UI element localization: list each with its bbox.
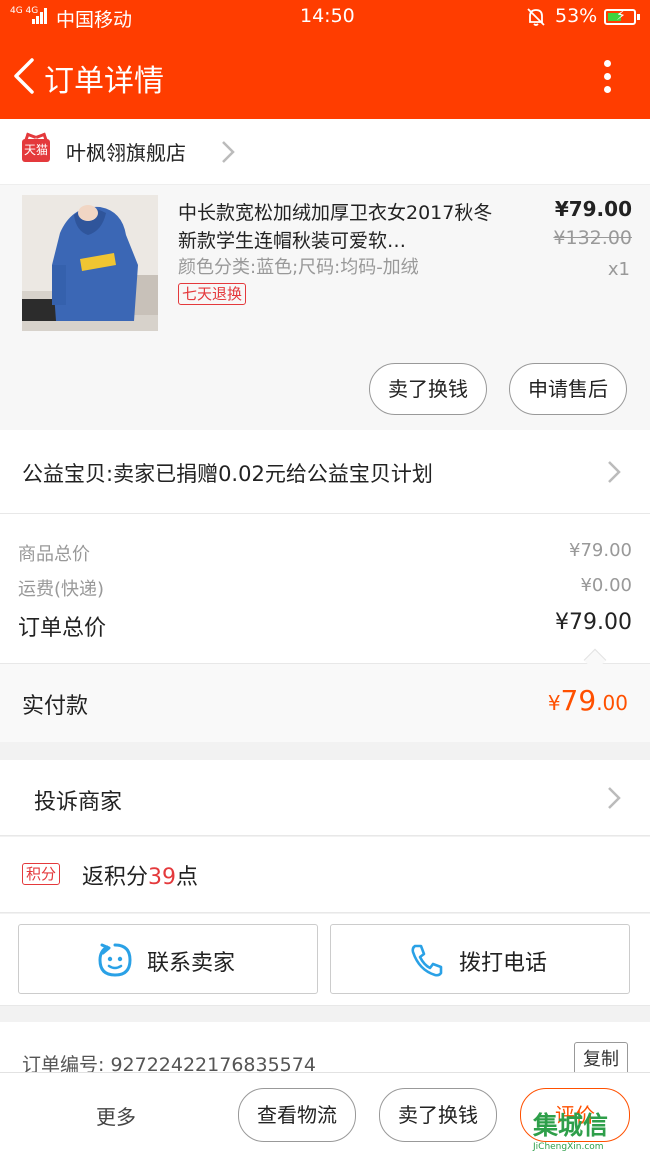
carrier-name: 中国移动 (56, 9, 133, 31)
goods-total-label: 商品总价 (18, 544, 90, 565)
points-number: 39 (148, 865, 177, 890)
sell-for-cash-bottom-button[interactable]: 卖了换钱 (379, 1088, 497, 1142)
points-text: 返积分39点 (82, 859, 198, 891)
phone-icon (411, 944, 443, 977)
status-bar: 4G 4G 中国移动 14:50 53% ⚡ (0, 0, 650, 34)
paid-integer: 79 (560, 684, 597, 717)
currency-symbol: ¥ (547, 691, 561, 715)
original-price: ¥132.00 (553, 227, 632, 249)
charging-bolt-icon: ⚡ (616, 8, 626, 24)
shipping-label: 运费(快递) (18, 579, 105, 600)
page-title: 订单详情 (44, 64, 164, 99)
battery-icon: ⚡ (604, 8, 640, 25)
product-title: 中长款宽松加绒加厚卫衣女2017秋冬新款学生连帽秋装可爱软… (178, 202, 493, 252)
goods-total-value: ¥79.00 (569, 540, 632, 561)
charity-row[interactable]: 公益宝贝:卖家已捐赠0.02元给公益宝贝计划 (0, 430, 650, 514)
app-header: 订单详情 (0, 34, 650, 119)
product-card[interactable]: 中长款宽松加绒加厚卫衣女2017秋冬新款学生连帽秋装可爱软… 颜色分类:蓝色;尺… (0, 185, 650, 430)
contact-seller-button[interactable]: 联系卖家 (18, 924, 318, 994)
paid-decimal: .00 (596, 691, 628, 715)
points-prefix: 返积分 (82, 865, 149, 890)
tmall-icon: 天猫 (22, 139, 50, 162)
paid-amount-row: 实付款 ¥79.00 (0, 664, 650, 742)
order-total-label: 订单总价 (18, 616, 107, 641)
sell-for-cash-button[interactable]: 卖了换钱 (369, 363, 487, 415)
after-sale-button[interactable]: 申请售后 (509, 363, 627, 415)
hoodie-image (22, 195, 158, 331)
shop-row[interactable]: 天猫 叶枫翎旗舰店 (0, 119, 650, 185)
mute-bell-icon (527, 8, 545, 26)
product-price: ¥79.00 (554, 197, 632, 221)
more-button[interactable]: 更多 (96, 1101, 136, 1130)
watermark-url: JiChengXin.com (533, 1142, 604, 1152)
battery-percent: 53% (555, 5, 598, 27)
view-logistics-button[interactable]: 查看物流 (238, 1088, 356, 1142)
order-total-value: ¥79.00 (555, 610, 632, 635)
shop-name: 叶枫翎旗舰店 (66, 141, 186, 165)
call-phone-button[interactable]: 拨打电话 (330, 924, 630, 994)
watermark-logo: 集城信 JiChengXin.com (533, 1106, 648, 1152)
contact-row: 联系卖家 拨打电话 (0, 914, 650, 1006)
complain-label: 投诉商家 (34, 790, 123, 815)
product-spec: 颜色分类:蓝色;尺码:均码-加绒 (178, 257, 419, 278)
points-row: 积分 返积分39点 (0, 837, 650, 913)
return-policy-badge: 七天退换 (178, 283, 247, 305)
watermark-text: 集城信 (533, 1111, 609, 1140)
more-options-icon[interactable] (592, 58, 622, 98)
charity-text: 公益宝贝:卖家已捐赠0.02元给公益宝贝计划 (22, 462, 433, 486)
price-summary: 商品总价 ¥79.00 运费(快递) ¥0.00 订单总价 ¥79.00 (0, 514, 650, 664)
paid-amount: ¥79.00 (548, 684, 628, 717)
chevron-right-icon (222, 141, 235, 163)
paid-label: 实付款 (22, 694, 89, 719)
call-phone-label: 拨打电话 (459, 951, 548, 976)
signal-icon (32, 8, 48, 24)
clock: 14:50 (300, 5, 355, 27)
chevron-right-icon (608, 461, 621, 483)
shipping-value: ¥0.00 (580, 575, 632, 596)
points-badge: 积分 (22, 863, 61, 885)
chevron-right-icon (608, 787, 621, 809)
back-arrow-icon[interactable] (8, 54, 42, 98)
points-suffix: 点 (176, 865, 199, 890)
chat-bubble-icon (98, 943, 132, 977)
contact-seller-label: 联系卖家 (147, 951, 236, 976)
complain-row[interactable]: 投诉商家 (0, 760, 650, 836)
product-quantity: x1 (607, 259, 630, 280)
product-thumbnail[interactable] (22, 195, 158, 331)
